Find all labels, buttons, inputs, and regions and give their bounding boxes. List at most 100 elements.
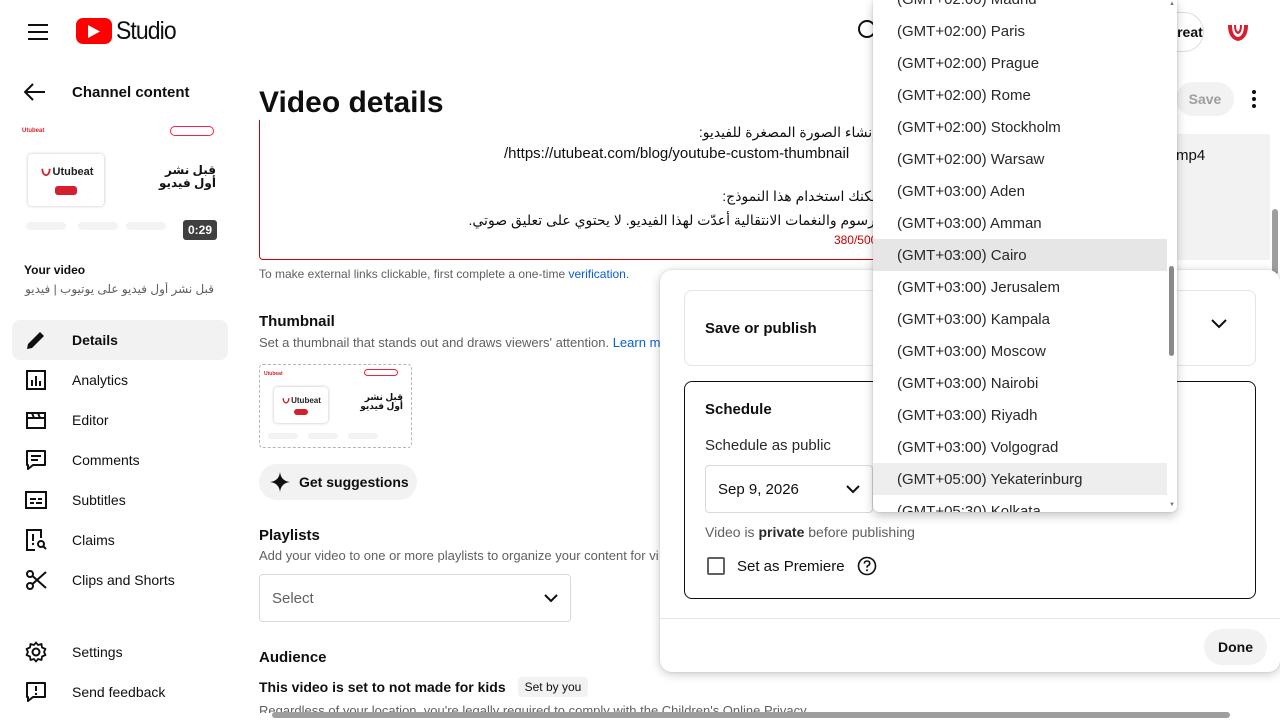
feedback-icon xyxy=(24,680,48,704)
sidebar-item-claims[interactable]: Claims xyxy=(12,520,228,560)
chevron-down-icon xyxy=(544,593,558,602)
sidebar-item-details[interactable]: Details xyxy=(12,320,228,360)
thumbnail-pill xyxy=(26,222,66,230)
thumbnail-arabic-title: قبل نشر أول فيديو xyxy=(158,163,216,190)
thumbnail-brand-text: Utubeat xyxy=(52,165,94,178)
sidebar-item-clips-and-shorts[interactable]: Clips and Shorts xyxy=(12,560,228,600)
save-button[interactable]: Save xyxy=(1176,82,1234,116)
thumbnail-pill xyxy=(348,433,378,439)
sidebar-item-settings[interactable]: Settings xyxy=(12,632,228,672)
playlists-heading: Playlists xyxy=(259,527,320,544)
timezone-option[interactable]: (GMT+02:00) Prague xyxy=(873,47,1167,79)
schedule-subtitle: Schedule as public xyxy=(705,437,831,454)
panel-divider xyxy=(660,618,1280,619)
timezone-option[interactable]: (GMT+03:00) Riyadh xyxy=(873,399,1167,431)
sidebar-item-editor[interactable]: Editor xyxy=(12,400,228,440)
timezone-option[interactable]: (GMT+02:00) Warsaw xyxy=(873,143,1167,175)
save-or-publish-title: Save or publish xyxy=(705,320,817,337)
chevron-down-icon xyxy=(1211,319,1227,329)
thumbnail-tag xyxy=(364,369,398,376)
thumbnail-pill xyxy=(308,433,338,439)
timezone-scrollbar-thumb[interactable] xyxy=(1169,266,1174,356)
premiere-checkbox[interactable] xyxy=(707,557,725,575)
timezone-option[interactable]: (GMT+02:00) Stockholm xyxy=(873,111,1167,143)
verification-link[interactable]: verification xyxy=(568,267,625,281)
audience-status: This video is set to not made for kids S… xyxy=(259,677,589,697)
timezone-option[interactable]: (GMT+02:00) Rome xyxy=(873,79,1167,111)
sidebar-item-analytics[interactable]: Analytics xyxy=(12,360,228,400)
thumbnail-play-badge xyxy=(55,185,77,195)
playlists-select[interactable]: Select xyxy=(259,574,571,622)
playlists-description: Add your video to one or more playlists … xyxy=(259,548,659,563)
private-word: private xyxy=(758,524,805,540)
expand-chevron[interactable] xyxy=(1211,319,1227,329)
subtitles-icon xyxy=(24,488,48,512)
date-value: Sep 9, 2026 xyxy=(718,480,799,498)
sidebar: Channel content Utubeat Utubeat قبل نشر … xyxy=(0,64,240,720)
thumbnail-play-badge xyxy=(294,408,308,415)
timezone-option[interactable]: (GMT+03:00) Amman xyxy=(873,207,1167,239)
sidebar-item-subtitles[interactable]: Subtitles xyxy=(12,480,228,520)
thumbnail-brand-card: Utubeat xyxy=(28,154,104,206)
thumbnail-pill xyxy=(126,222,166,230)
sidebar-item-label: Subtitles xyxy=(72,492,126,508)
thumbnail-option[interactable]: Utubeat Utubeat قبل نشر أول فيديو xyxy=(259,364,412,448)
audience-status-text: This video is set to not made for kids xyxy=(259,679,506,695)
hamburger-menu-button[interactable] xyxy=(22,16,54,48)
video-title-preview: قبل نشر أول فيديو على يوتيوب | فيديو تجر… xyxy=(24,282,214,296)
vertical-scrollbar-thumb[interactable] xyxy=(1272,209,1278,275)
timezone-scrollbar[interactable]: ▲ ▼ xyxy=(1167,0,1177,512)
done-button[interactable]: Done xyxy=(1204,629,1267,665)
duration-badge: 0:29 xyxy=(182,220,217,240)
horizontal-scrollbar[interactable] xyxy=(250,710,1272,720)
timezone-option[interactable]: (GMT+03:00) Volgograd xyxy=(873,431,1167,463)
thumbnail-pill xyxy=(78,222,118,230)
timezone-option[interactable]: (GMT+03:00) Aden xyxy=(873,175,1167,207)
description-line: يمكنك استخدام هذا النموذج: xyxy=(722,188,884,204)
sidebar-item-label: Comments xyxy=(72,452,140,468)
timezone-option[interactable]: (GMT+03:00) Jerusalem xyxy=(873,271,1167,303)
sidebar-item-label: Editor xyxy=(72,412,109,428)
sidebar-item-label: Send feedback xyxy=(72,684,166,700)
timezone-option[interactable]: (GMT+03:00) Kampala xyxy=(873,303,1167,335)
thumbnail-brand-small: Utubeat xyxy=(264,371,283,377)
horizontal-scrollbar-thumb[interactable] xyxy=(272,712,1230,718)
utubeat-logo-icon xyxy=(282,397,290,404)
private-note-prefix: Video is xyxy=(705,524,759,540)
thumbnail-pill xyxy=(268,433,298,439)
timezone-option[interactable]: (GMT+05:00) Yekaterinburg xyxy=(873,463,1167,495)
timezone-option[interactable]: (GMT+03:00) Nairobi xyxy=(873,367,1167,399)
description-field[interactable]: ـ إنشاء الصورة المصغرة للفيديو: /https:/… xyxy=(259,120,899,260)
youtube-play-icon xyxy=(76,18,112,44)
timezone-option[interactable]: (GMT+05:30) Kolkata xyxy=(873,495,1167,513)
claims-icon xyxy=(24,528,48,552)
sidebar-item-comments[interactable]: Comments xyxy=(12,440,228,480)
thumbnail-brand-card: Utubeat xyxy=(274,387,328,423)
back-button[interactable] xyxy=(24,80,46,104)
thumbnail-brand-small: Utubeat xyxy=(22,128,45,134)
your-video-label: Your video xyxy=(24,263,86,277)
timezone-option[interactable]: (GMT+03:00) Cairo xyxy=(873,239,1167,271)
thumbnail-brand-text: Utubeat xyxy=(291,395,321,405)
studio-logo[interactable]: Studio xyxy=(76,16,181,46)
private-note-suffix: before publishing xyxy=(804,524,915,540)
timezone-option[interactable]: (GMT+02:00) Paris xyxy=(873,15,1167,47)
sidebar-item-send-feedback[interactable]: Send feedback xyxy=(12,672,228,712)
timezone-option[interactable]: (GMT+03:00) Moscow xyxy=(873,335,1167,367)
filename: mp4 xyxy=(1176,147,1206,164)
arrow-back-icon xyxy=(24,83,45,101)
scroll-down-arrow-icon[interactable]: ▼ xyxy=(1169,502,1175,508)
scroll-up-arrow-icon[interactable]: ▲ xyxy=(1169,1,1175,7)
help-icon[interactable] xyxy=(857,556,877,576)
description-url: /https://utubeat.com/blog/youtube-custom… xyxy=(504,145,850,162)
video-thumbnail[interactable]: Utubeat Utubeat قبل نشر أول فيديو 0:29 xyxy=(22,124,220,244)
private-note: Video is private before publishing xyxy=(705,524,915,540)
date-picker[interactable]: Sep 9, 2026 xyxy=(705,465,873,513)
avatar[interactable] xyxy=(1222,16,1254,48)
timezone-option[interactable]: (GMT+02:00) Madrid xyxy=(873,0,1167,15)
timezone-dropdown: (GMT+02:00) Madrid(GMT+02:00) Paris(GMT+… xyxy=(873,0,1177,512)
timezone-options-list: (GMT+02:00) Madrid(GMT+02:00) Paris(GMT+… xyxy=(873,0,1167,512)
more-options-button[interactable] xyxy=(1244,86,1264,112)
get-suggestions-button[interactable]: Get suggestions xyxy=(259,464,417,500)
schedule-title: Schedule xyxy=(705,401,772,418)
